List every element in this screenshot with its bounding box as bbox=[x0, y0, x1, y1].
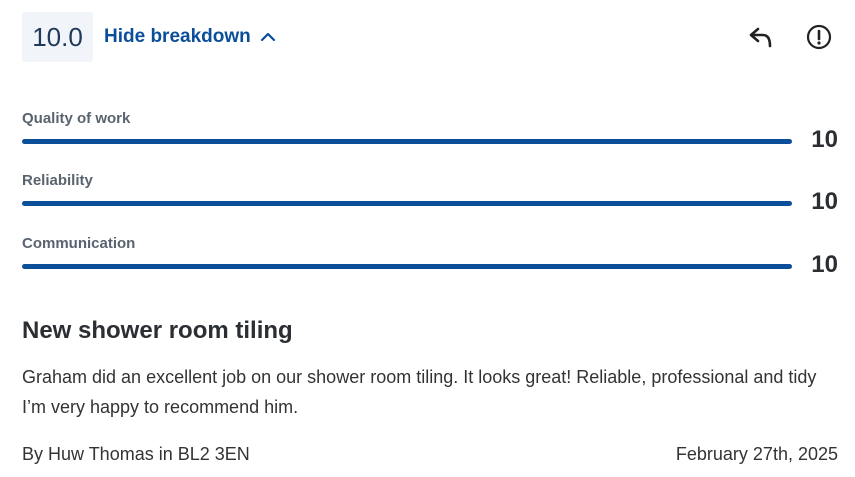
review-date: February 27th, 2025 bbox=[675, 444, 838, 464]
breakdown-score: 10 bbox=[811, 126, 838, 153]
breakdown-label: Communication bbox=[22, 235, 136, 252]
hide-breakdown-button[interactable]: Hide breakdown bbox=[104, 12, 277, 62]
breakdown-score: 10 bbox=[811, 188, 838, 215]
score-bar bbox=[22, 264, 792, 269]
reply-icon[interactable] bbox=[747, 23, 775, 51]
score-bar-fill bbox=[22, 139, 792, 144]
review-title: New shower room tiling bbox=[22, 317, 293, 344]
overall-score: 10.0 bbox=[22, 12, 93, 62]
score-bar-fill bbox=[22, 264, 792, 269]
breakdown-quality: Quality of work 10 bbox=[22, 110, 838, 153]
score-bar bbox=[22, 139, 792, 144]
hide-breakdown-label: Hide breakdown bbox=[104, 26, 251, 47]
breakdown-label: Quality of work bbox=[22, 110, 131, 127]
score-bar-fill bbox=[22, 201, 792, 206]
review-byline: By Huw Thomas in BL2 3EN bbox=[22, 444, 250, 464]
breakdown-score: 10 bbox=[811, 251, 838, 278]
review-body: Graham did an excellent job on our showe… bbox=[22, 367, 817, 417]
breakdown-communication: Communication 10 bbox=[22, 235, 838, 278]
breakdown-reliability: Reliability 10 bbox=[22, 172, 838, 215]
review-actions bbox=[747, 23, 833, 51]
score-bar bbox=[22, 201, 792, 206]
breakdown-label: Reliability bbox=[22, 172, 93, 189]
chevron-up-icon bbox=[260, 32, 275, 42]
review-header: 10.0 Hide breakdown bbox=[22, 12, 833, 62]
report-icon[interactable] bbox=[805, 23, 833, 51]
